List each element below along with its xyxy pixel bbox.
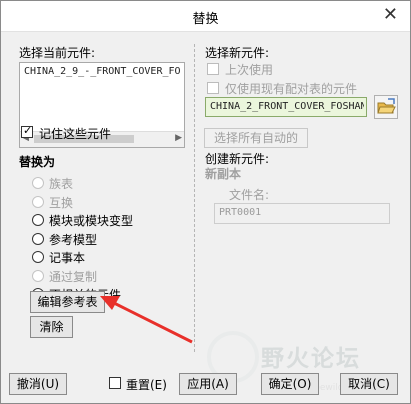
radio-option-4[interactable] <box>32 233 44 245</box>
scroll-right-icon[interactable]: ▶ <box>175 133 182 143</box>
radio-option-2[interactable] <box>32 196 44 208</box>
radio-option-1[interactable] <box>32 177 44 189</box>
folder-open-icon <box>377 98 396 114</box>
current-component-label: 选择当前元件: <box>19 46 96 60</box>
only-existing-checkbox[interactable] <box>207 82 219 94</box>
watermark-text: 野火论坛 <box>261 346 361 372</box>
new-component-field[interactable]: CHINA_2_FRONT_COVER_FOSHAN <box>205 97 367 117</box>
radio-option-label: 通过复制 <box>49 270 98 284</box>
dialog-body: 选择当前元件: CHINA_2_9_-_FRONT_COVER_FO ◀ ▶ ✓… <box>1 32 410 403</box>
replace-by-heading: 替换为 <box>19 155 56 169</box>
radio-option-5[interactable] <box>32 251 44 263</box>
ok-button[interactable]: 确定(O) <box>261 373 319 395</box>
dialog-title: 替换 <box>192 12 219 27</box>
apply-button[interactable]: 应用(A) <box>179 373 237 395</box>
undo-button[interactable]: 撤消(U) <box>9 373 67 395</box>
replace-dialog: 替换 ✕ 选择当前元件: CHINA_2_9_-_FRONT_COVER_FO … <box>0 0 411 404</box>
radio-option-label: 记事本 <box>49 251 86 265</box>
checkmark-icon: ✓ <box>23 124 33 137</box>
list-item[interactable]: CHINA_2_9_-_FRONT_COVER_FO <box>24 66 182 77</box>
reset-checkbox[interactable] <box>109 377 121 389</box>
new-copy-label: 新副本 <box>205 167 242 181</box>
last-used-checkbox[interactable] <box>207 63 219 75</box>
clear-button[interactable]: 清除 <box>30 316 73 338</box>
remember-checkbox[interactable]: ✓ <box>21 124 33 138</box>
close-icon[interactable]: ✕ <box>383 5 398 25</box>
cancel-button[interactable]: 取消(C) <box>340 373 398 395</box>
file-name-value: PRT0001 <box>219 207 262 218</box>
last-used-label: 上次使用 <box>225 63 274 77</box>
only-existing-label: 仅使用现有配对表的元件 <box>225 82 358 96</box>
new-component-value: CHINA_2_FRONT_COVER_FOSHAN <box>210 101 364 112</box>
open-folder-button[interactable] <box>374 95 398 119</box>
radio-option-label: 族表 <box>49 177 74 191</box>
new-component-label: 选择新元件: <box>205 46 270 60</box>
radio-option-label: 模块或模块变型 <box>49 214 134 228</box>
title-bar: 替换 ✕ <box>1 1 410 32</box>
file-name-label: 文件名: <box>229 188 270 202</box>
radio-option-label: 参考模型 <box>49 233 98 247</box>
annotation-arrow-icon <box>100 296 193 344</box>
reset-label: 重置(E) <box>126 378 167 392</box>
file-name-input[interactable]: PRT0001 <box>214 203 390 224</box>
radio-option-6[interactable] <box>32 270 44 282</box>
panel-divider <box>194 44 196 352</box>
radio-option-label: 互换 <box>49 196 74 210</box>
remember-label: 记住这些元件 <box>39 127 112 141</box>
select-all-auto-button[interactable]: 选择所有自动的 <box>204 128 308 148</box>
radio-option-3[interactable] <box>32 214 44 226</box>
edit-ref-table-button[interactable]: 编辑参考表 <box>30 291 105 313</box>
